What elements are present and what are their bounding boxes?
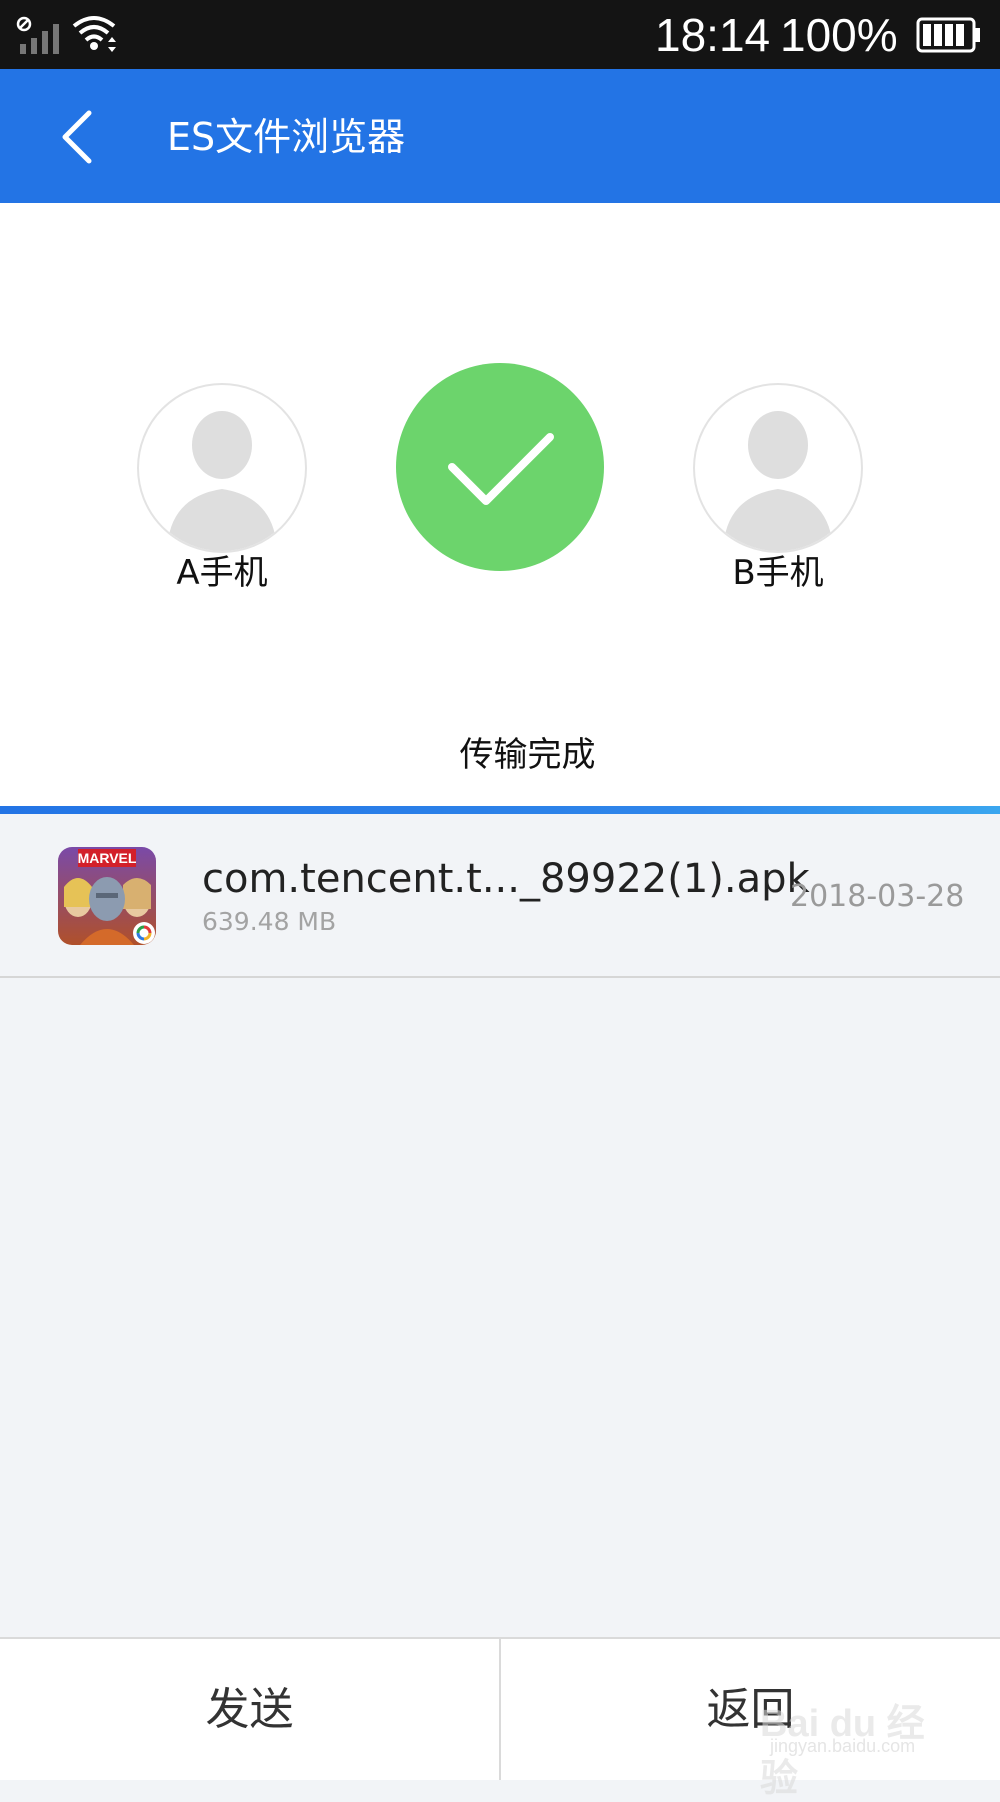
receiver-device: B手机 (693, 383, 863, 595)
sender-label: A手机 (176, 553, 268, 593)
marvel-logo-text: MARVEL (78, 850, 137, 866)
signal-icon (16, 16, 66, 60)
file-name: com.tencent.t..._89922(1).apk (202, 856, 810, 902)
file-size: 639.48 MB (202, 907, 337, 936)
app-bar: ES文件浏览器 (0, 69, 1000, 203)
back-arrow-icon[interactable] (55, 105, 115, 169)
battery-icon (916, 17, 982, 57)
transfer-progress-bar (0, 806, 1000, 814)
status-bar: 18:14 100% (0, 0, 1000, 69)
transfer-status-text: 传输完成 (459, 735, 596, 775)
send-button[interactable]: 发送 (0, 1639, 499, 1780)
clock-text: 18:14 (655, 9, 771, 61)
wifi-icon (70, 12, 118, 60)
sender-device: A手机 (137, 383, 307, 595)
marvel-app-icon: MARVEL (58, 847, 156, 945)
battery-percent: 100% (780, 9, 898, 61)
file-list-item[interactable]: MARVEL com.tencent.t..._89922(1).apk 639… (0, 814, 1000, 978)
bottom-action-bar: 发送 返回 (0, 1637, 1000, 1780)
return-button[interactable]: 返回 (501, 1639, 1000, 1780)
app-title: ES文件浏览器 (167, 115, 406, 159)
person-avatar-icon (137, 383, 307, 553)
file-date: 2018-03-28 (790, 879, 965, 914)
receiver-label: B手机 (732, 553, 824, 593)
transfer-panel: A手机 B手机 传输完成 (0, 203, 1000, 806)
person-avatar-icon (693, 383, 863, 553)
transfer-complete-check-icon (396, 363, 604, 571)
